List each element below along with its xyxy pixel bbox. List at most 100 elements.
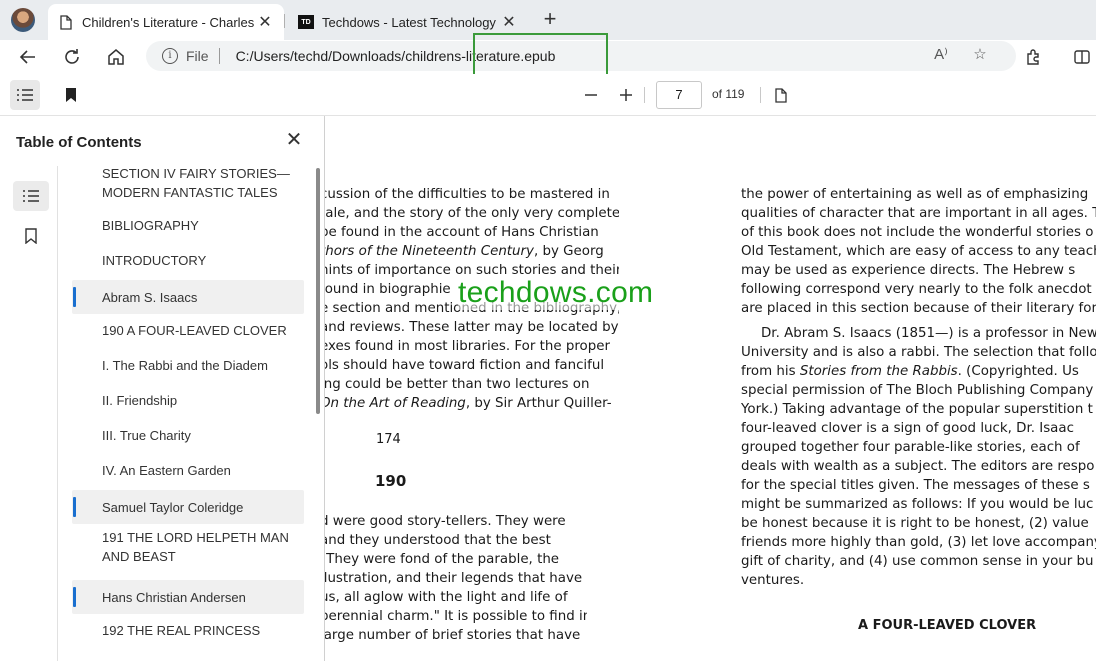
text-line: cussion of the difficulties to be master…	[320, 187, 610, 202]
text-line: following correspond very nearly to the …	[741, 282, 1092, 297]
page-view-button[interactable]	[766, 80, 796, 110]
list-icon	[23, 190, 39, 202]
text-line: York.) Taking advantage of the popular s…	[741, 402, 1093, 417]
text-line: may be used as experience directs. The H…	[741, 263, 1076, 278]
toc-item[interactable]: BIBLIOGRAPHY	[72, 210, 304, 240]
reader-toolbar: 7 of 119	[0, 74, 1096, 116]
page-number-label: 174	[376, 432, 401, 447]
text-line: llustration, and their legends that have	[320, 571, 583, 586]
text-line: be found in the account of Hans Christia…	[320, 225, 599, 240]
minus-icon	[585, 94, 597, 96]
text-line: are placed in this section because of th…	[741, 301, 1096, 316]
text-line: for the special titles given. The messag…	[741, 478, 1090, 493]
puzzle-icon	[1027, 49, 1039, 65]
text-line: ols should have toward fiction and fanci…	[320, 358, 605, 373]
tab-close-icon[interactable]: ✕	[500, 12, 518, 32]
extensions-button[interactable]	[1020, 43, 1048, 71]
toc-title: Table of Contents	[16, 134, 142, 151]
text-line: Old Testament, which are easy of access …	[741, 244, 1096, 259]
text-line: of this book does not include the wonder…	[741, 225, 1094, 240]
split-screen-icon	[1074, 50, 1090, 64]
text-line: might be summarized as follows: If you w…	[741, 497, 1094, 512]
bookmark-icon	[66, 88, 76, 102]
toc-chapter-item[interactable]: Samuel Taylor Coleridge	[72, 490, 304, 524]
toc-item[interactable]: I. The Rabbi and the Diadem	[72, 350, 304, 380]
page-icon	[775, 87, 787, 103]
home-icon	[108, 49, 124, 65]
text-line: Dr. Abram S. Isaacs (1851—) is a profess…	[761, 326, 1096, 341]
text-line: perennial charm." It is possible to find…	[320, 609, 587, 624]
book-text-left-bottom: d were good story-tellers. They were and…	[320, 512, 587, 645]
zoom-out-button[interactable]	[576, 80, 606, 110]
paragraph: Dr. Abram S. Isaacs (1851—) is a profess…	[741, 324, 1096, 590]
toc-chapter-item[interactable]: Abram S. Isaacs	[72, 280, 304, 314]
favorite-star-icon[interactable]: ☆	[969, 44, 991, 66]
profile-avatar[interactable]	[11, 8, 35, 32]
read-aloud-icon[interactable]: A⁾	[930, 44, 952, 66]
toolbar-divider	[760, 87, 761, 103]
toc-item[interactable]: IV. An Eastern Garden	[72, 455, 304, 485]
text-line: the power of entertaining as well as of …	[741, 187, 1089, 202]
tab-close-icon[interactable]: ✕	[256, 12, 274, 32]
tab-title: Children's Literature - Charles M	[82, 14, 256, 30]
text-line: special permission of The Bloch Publishi…	[741, 383, 1094, 398]
tab-childrens-literature[interactable]: Children's Literature - Charles M ✕	[48, 4, 284, 40]
text-line: and they understood that the best	[320, 533, 551, 548]
text-line: On the Art of Reading, by Sir Arthur Qui…	[320, 396, 612, 411]
home-button[interactable]	[102, 43, 130, 71]
contents-tab-button[interactable]	[13, 181, 49, 211]
plus-icon	[620, 89, 632, 101]
toc-item[interactable]: III. True Charity	[72, 420, 304, 450]
toc-item[interactable]: INTRODUCTORY	[72, 245, 304, 275]
tab-title: Techdows - Latest Technology Ne	[322, 14, 500, 30]
toc-toggle-button[interactable]	[10, 80, 40, 110]
story-title: A FOUR-LEAVED CLOVER	[858, 618, 1037, 633]
tab-divider	[284, 14, 285, 28]
toolbar-divider	[644, 87, 645, 103]
bookmarks-tab-button[interactable]	[13, 221, 49, 251]
section-number: 190	[375, 472, 407, 490]
toc-chapter-item[interactable]: Hans Christian Andersen	[72, 580, 304, 614]
text-line: d were good story-tellers. They were	[320, 514, 566, 529]
toc-close-icon[interactable]: ✕	[284, 130, 304, 150]
zoom-in-button[interactable]	[611, 80, 641, 110]
page-count: of 119	[712, 87, 745, 101]
text-line: friends more highly than gold, (3) let l…	[741, 535, 1096, 550]
text-line: "They were fond of the parable, the	[320, 552, 560, 567]
refresh-icon	[65, 49, 79, 64]
toc-scrollbar[interactable]	[316, 168, 320, 414]
toc-side-rail	[0, 166, 58, 661]
url-scheme: File	[186, 48, 209, 64]
text-line: deals with wealth as a subject. The edit…	[741, 459, 1095, 474]
text-line: University and is also a rabbi. The sele…	[741, 345, 1096, 360]
text-line: ventures.	[741, 573, 805, 588]
info-icon[interactable]: i	[162, 48, 178, 64]
split-screen-button[interactable]	[1068, 43, 1096, 71]
address-divider	[218, 48, 220, 64]
techdows-favicon-icon: TD	[298, 14, 314, 30]
page-number-input[interactable]: 7	[656, 81, 702, 109]
text-line: tale, and the story of the only very com…	[320, 206, 619, 221]
toc-item[interactable]: 192 THE REAL PRINCESS	[72, 615, 304, 645]
text-line: four-leaved clover is a sign of good luc…	[741, 421, 1074, 436]
watermark: techdows.com	[458, 276, 654, 310]
table-of-contents-panel: Table of Contents ✕ SECTION IV FAIRY STO…	[0, 116, 325, 661]
toc-item[interactable]: II. Friendship	[72, 385, 304, 415]
text-line: be honest because it is right to be hone…	[741, 516, 1089, 531]
list-icon	[17, 89, 33, 101]
toc-item[interactable]: SECTION IV FAIRY STORIES— MODERN FANTAST…	[72, 163, 304, 203]
new-tab-button[interactable]: +	[536, 6, 564, 34]
text-line: qualities of character that are importan…	[741, 206, 1096, 221]
text-line: and reviews. These latter may be located…	[320, 320, 619, 335]
bookmark-button[interactable]	[56, 80, 86, 110]
text-line: thors of the Nineteenth Century, by Geor…	[320, 244, 604, 259]
book-text-right: the power of entertaining as well as of …	[741, 185, 1096, 590]
refresh-button[interactable]	[58, 43, 86, 71]
toc-item[interactable]: 190 A FOUR-LEAVED CLOVER	[72, 315, 304, 345]
text-line: ing could be better than two lectures on	[320, 377, 590, 392]
back-button[interactable]	[14, 43, 42, 71]
toc-item[interactable]: 191 THE LORD HELPETH MAN AND BEAST	[72, 525, 304, 569]
back-arrow-icon	[19, 50, 35, 64]
text-line: from his Stories from the Rabbis. (Copyr…	[741, 364, 1079, 379]
text-line: gift of charity, and (4) use common sens…	[741, 554, 1094, 569]
